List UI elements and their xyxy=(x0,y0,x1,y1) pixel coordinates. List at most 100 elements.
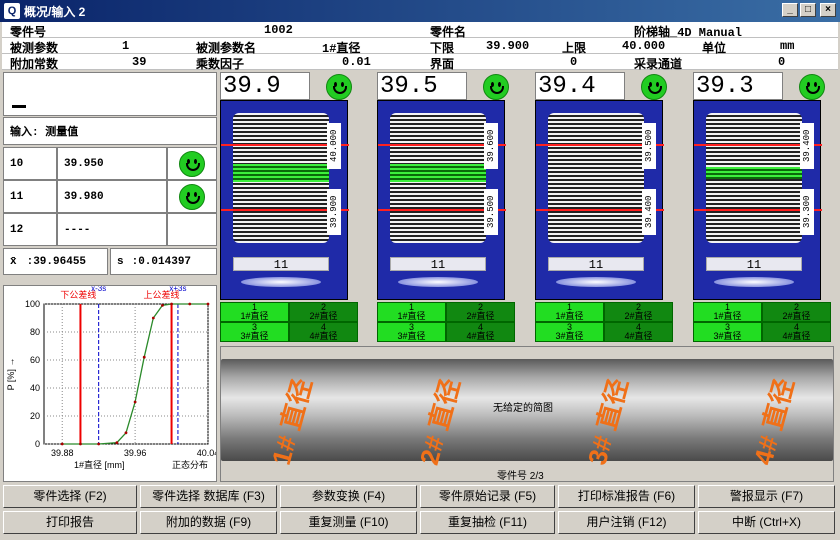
param-tiles-1: 1 1#直径 2 2#直径 3 3#直径 4 4#直径 xyxy=(220,302,358,342)
minimize-button[interactable]: _ xyxy=(782,3,798,17)
param-tiles-4: 1 1#直径 2 2#直径 3 3#直径 4 4#直径 xyxy=(693,302,831,342)
param-tile[interactable]: 1 1#直径 xyxy=(535,302,604,322)
maximize-button[interactable]: □ xyxy=(800,3,816,17)
upper: 40.000 xyxy=(622,39,666,53)
y-tick-label: 0 xyxy=(35,439,40,449)
input-display[interactable] xyxy=(3,72,217,116)
gauge-band xyxy=(706,167,802,179)
image-footer: 零件号 2/3 xyxy=(497,471,544,482)
gauge-number: 11 xyxy=(390,257,486,272)
close-button[interactable]: × xyxy=(820,3,836,17)
param-tile[interactable]: 3 3#直径 xyxy=(693,322,762,342)
gauge-status xyxy=(475,73,517,101)
smiley-ok-icon xyxy=(799,74,825,100)
sd-value: :0.014397 xyxy=(131,255,192,268)
channel: 0 xyxy=(778,55,786,69)
gauge-status xyxy=(318,73,360,101)
print-report-button[interactable]: 打印报告 xyxy=(3,511,137,534)
param-tile[interactable]: 4 4#直径 xyxy=(604,322,673,342)
x-axis-label: 1#直径 [mm] xyxy=(74,459,125,470)
mean-value: :39.96455 xyxy=(26,255,87,268)
smiley-ok-icon xyxy=(326,74,352,100)
smiley-ok-icon xyxy=(483,74,509,100)
param-tile[interactable]: 1 1#直径 xyxy=(377,302,446,322)
gauge-base xyxy=(556,277,636,287)
x-tick-label: 39.96 xyxy=(124,448,147,458)
gauge-3: 39.4 39.500 39.400 11 xyxy=(535,72,675,300)
upper-limit-label: 39.400 xyxy=(800,123,814,169)
abort-button[interactable]: 中断 (Ctrl+X) xyxy=(698,511,835,534)
window-title: 概况/输入 2 xyxy=(24,4,86,19)
mean-cell: x̄ :39.96455 xyxy=(3,248,108,275)
row-value[interactable]: 39.950 xyxy=(57,147,167,180)
gauge-value: 39.3 xyxy=(693,72,783,100)
tile-label: 3#直径 xyxy=(240,331,269,341)
row-status xyxy=(167,147,217,180)
param-tile[interactable]: 1 1#直径 xyxy=(220,302,289,322)
sd-cell: s :0.014397 xyxy=(110,248,217,275)
gauge-value: 39.4 xyxy=(535,72,625,100)
gauge-band xyxy=(233,164,329,182)
lower: 39.900 xyxy=(486,39,530,53)
row-value[interactable]: 39.980 xyxy=(57,180,167,213)
logout-button[interactable]: 用户注销 (F12) xyxy=(558,511,695,534)
plus3s-label: x̄+3s xyxy=(169,286,186,293)
x-tick-label: 40.04 xyxy=(197,448,216,458)
param-tile[interactable]: 2 2#直径 xyxy=(446,302,515,322)
param-tile[interactable]: 1 1#直径 xyxy=(693,302,762,322)
gauge-cylinder xyxy=(548,113,644,243)
param-tile[interactable]: 4 4#直径 xyxy=(762,322,831,342)
tile-label: 4#直径 xyxy=(624,331,653,341)
param-tile[interactable]: 4 4#直径 xyxy=(289,322,358,342)
param-tile[interactable]: 3 3#直径 xyxy=(220,322,289,342)
param-tile[interactable]: 3 3#直径 xyxy=(377,322,446,342)
param-tile[interactable]: 2 2#直径 xyxy=(604,302,673,322)
print-standard-report-button[interactable]: 打印标准报告 (F6) xyxy=(558,485,695,508)
gauge-4: 39.3 39.400 39.300 11 xyxy=(693,72,833,300)
info-row-2: 被测参数 1 被测参数名 1#直径 下限 39.900 上限 40.000 单位… xyxy=(2,38,838,56)
x-tick-label: 39.88 xyxy=(51,448,74,458)
title-bar: Q 概况/输入 2 _ □ × xyxy=(0,0,840,22)
y-tick-label: 40 xyxy=(30,383,40,393)
chart-panel: 02040608010039.8839.9640.04下公差线上公差线x̄-3s… xyxy=(3,284,219,482)
gauge-1: 39.9 40.000 39.900 11 xyxy=(220,72,360,300)
tile-label: 4#直径 xyxy=(466,331,495,341)
tile-label: 4#直径 xyxy=(782,331,811,341)
upper-limit-label: 39.600 xyxy=(484,123,498,169)
data-point xyxy=(161,304,164,307)
part-select-db-button[interactable]: 零件选择 数据库 (F3) xyxy=(140,485,277,508)
const-label: 附加常数 xyxy=(10,58,59,72)
lower-limit-label: 39.500 xyxy=(484,189,498,235)
gauge-base xyxy=(398,277,478,287)
data-point xyxy=(124,431,128,435)
gauge-body: 39.400 39.300 11 xyxy=(693,100,822,300)
repeat-sample-button[interactable]: 重复抽检 (F11) xyxy=(420,511,555,534)
param-tile[interactable]: 4 4#直径 xyxy=(446,322,515,342)
part-select-button[interactable]: 零件选择 (F2) xyxy=(3,485,137,508)
additional-data-button[interactable]: 附加的数据 (F9) xyxy=(140,511,277,534)
gauge-band xyxy=(390,164,486,182)
gauge-body: 39.600 39.500 11 xyxy=(377,100,506,300)
gauge-value: 39.5 xyxy=(377,72,467,100)
gauge-body: 39.500 39.400 11 xyxy=(535,100,664,300)
tile-label: 2#直径 xyxy=(309,311,338,321)
param-tile[interactable]: 3 3#直径 xyxy=(535,322,604,342)
part-image-panel: 1# 直径 2# 直径 3# 直径 4# 直径 无给定的简图 零件号 2/3 xyxy=(220,346,834,482)
gauge-number: 11 xyxy=(548,257,644,272)
part-record-button[interactable]: 零件原始记录 (F5) xyxy=(420,485,555,508)
alarm-display-button[interactable]: 警报显示 (F7) xyxy=(698,485,835,508)
smiley-ok-icon xyxy=(179,183,205,210)
image-caption: 无给定的简图 xyxy=(493,403,553,414)
param-tile[interactable]: 2 2#直径 xyxy=(289,302,358,322)
param-tile[interactable]: 2 2#直径 xyxy=(762,302,831,322)
row-value[interactable]: ---- xyxy=(57,213,167,246)
tile-label: 2#直径 xyxy=(782,311,811,321)
tile-label: 3#直径 xyxy=(555,331,584,341)
tile-label: 4#直径 xyxy=(309,331,338,341)
gauge-base xyxy=(241,277,321,287)
cumulative-chart: 02040608010039.8839.9640.04下公差线上公差线x̄-3s… xyxy=(6,284,219,470)
param-change-button[interactable]: 参数变换 (F4) xyxy=(280,485,417,508)
tile-label: 1#直径 xyxy=(240,311,269,321)
repeat-measure-button[interactable]: 重复测量 (F10) xyxy=(280,511,417,534)
param-tiles-3: 1 1#直径 2 2#直径 3 3#直径 4 4#直径 xyxy=(535,302,673,342)
